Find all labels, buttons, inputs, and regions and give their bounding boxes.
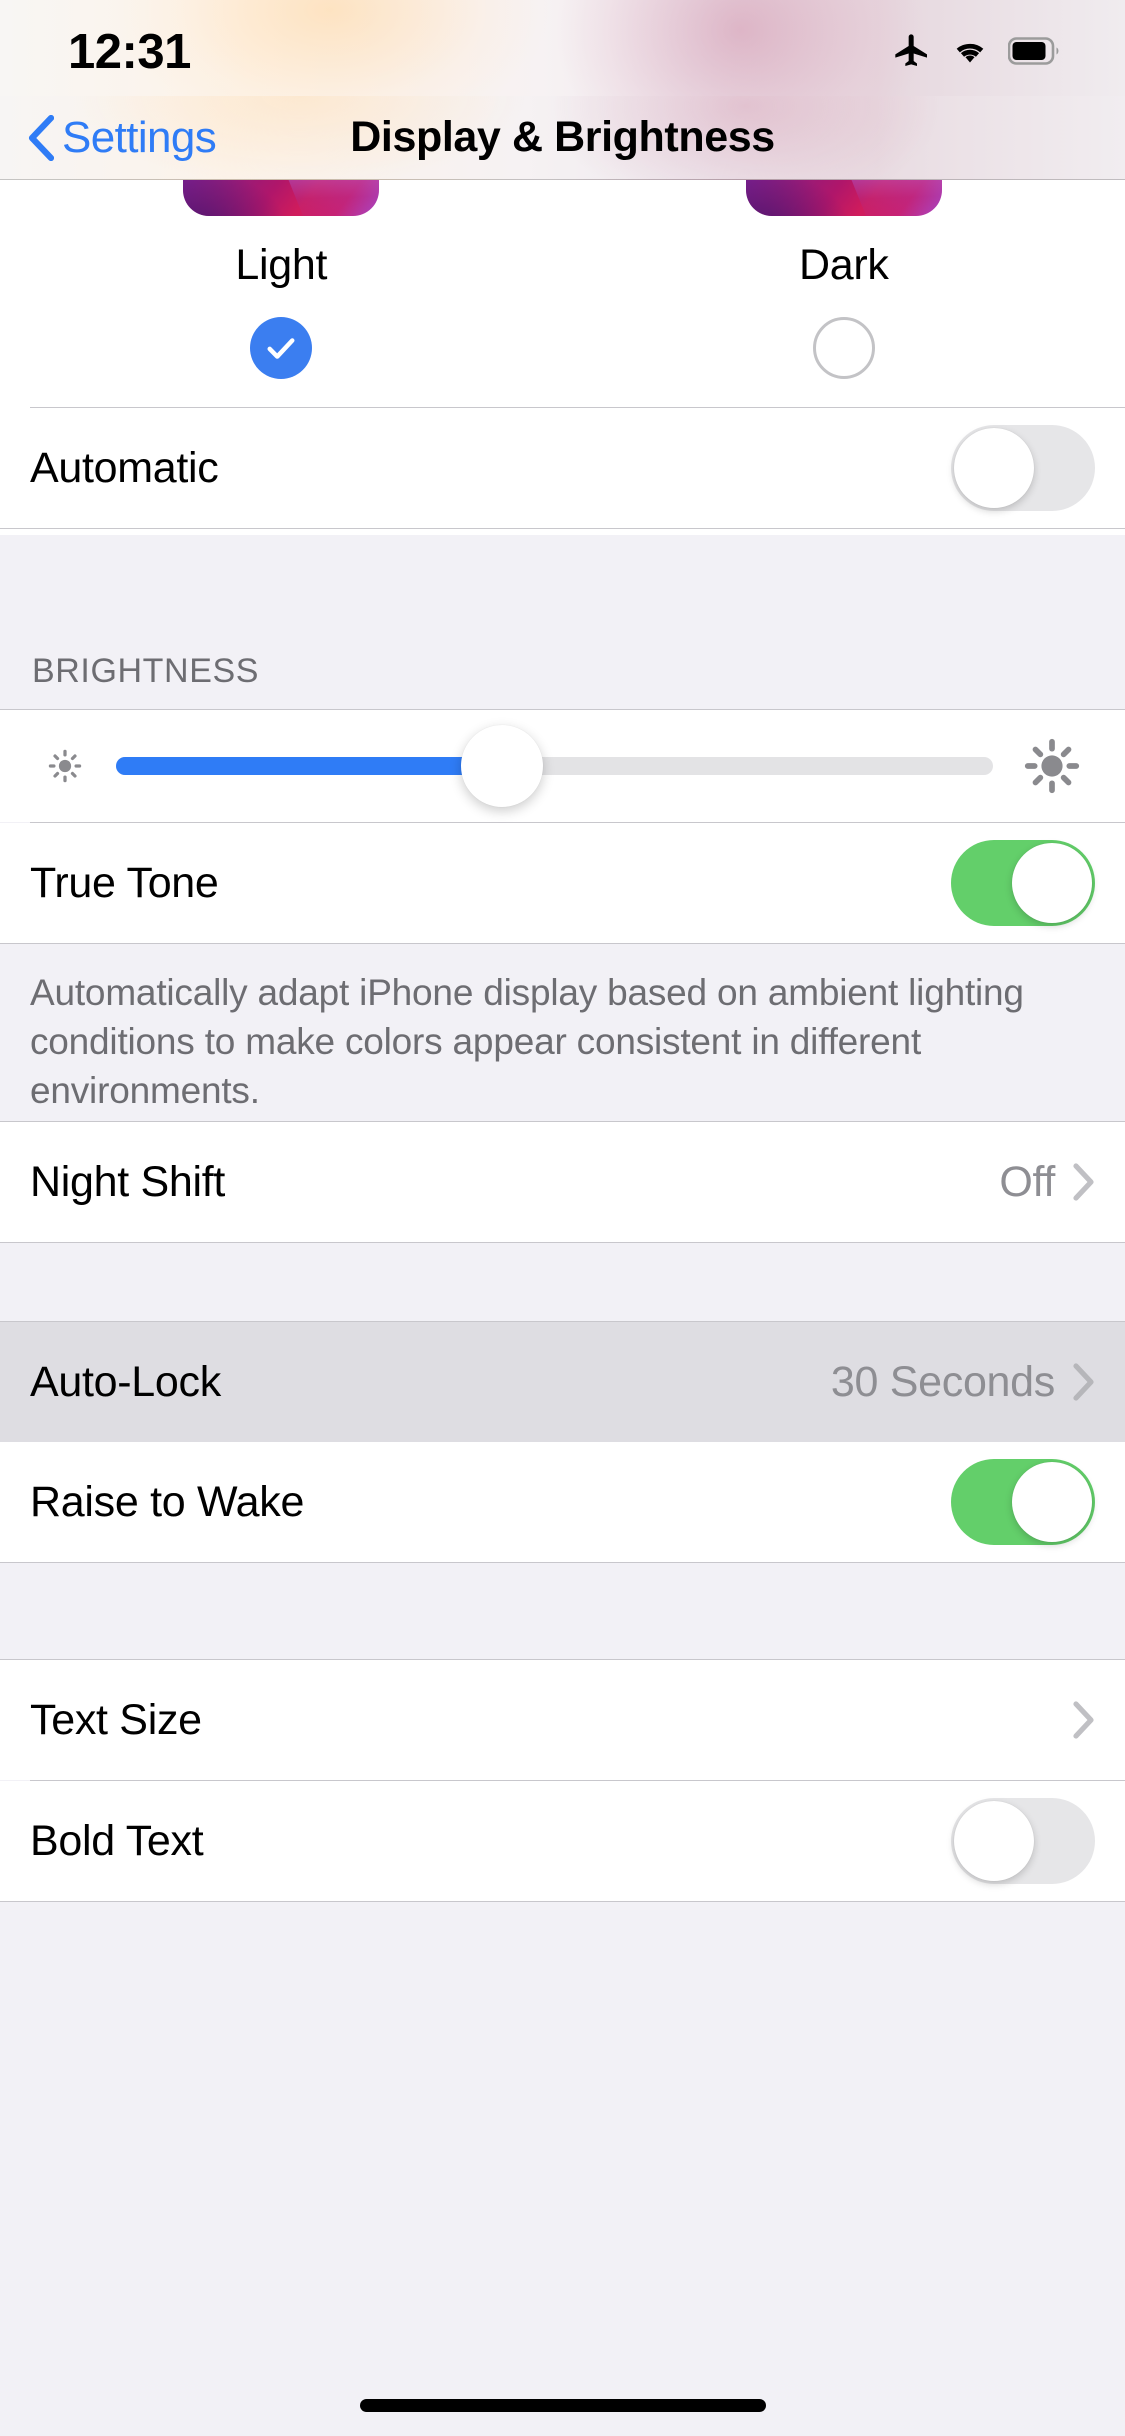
row-raise-to-wake[interactable]: Raise to Wake [0,1442,1125,1562]
brightness-slider-fill [116,757,502,775]
section-header-label: BRIGHTNESS [32,652,260,690]
radio-unselected [812,317,875,379]
row-accessory [951,425,1095,511]
brightness-low-icon [42,743,88,789]
chevron-left-icon [26,112,56,164]
settings-scroll-view[interactable]: Light Dark Automatic BRIGHTNESS True Ton… [0,180,1125,2436]
row-accessory [1073,1701,1095,1739]
brightness-section-footer: Automatically adapt iPhone display based… [0,944,1125,1121]
appearance-group: Light Dark Automatic [0,180,1125,535]
brightness-high-icon [1021,735,1083,797]
separator [0,528,1125,529]
row-value-auto-lock: 30 Seconds [830,1357,1055,1406]
appearance-radio-light[interactable] [250,317,313,379]
toggle-knob [1012,1462,1092,1542]
appearance-option-dark[interactable]: Dark [563,180,1125,383]
status-bar-icons [892,31,1063,76]
status-bar: 12:31 [0,0,1125,96]
checkmark-icon [267,338,295,359]
back-button-label: Settings [62,112,217,162]
row-label-bold-text: Bold Text [30,1816,204,1865]
section-footer-label: Automatically adapt iPhone display based… [30,972,1024,1112]
navigation-bar: Display & Brightness Settings [0,96,1125,180]
bottom-gap [0,1902,1125,2202]
brightness-section-header: BRIGHTNESS [0,535,1125,709]
row-label-auto-lock: Auto-Lock [30,1357,221,1406]
row-label-automatic: Automatic [30,443,219,492]
row-bold-text[interactable]: Bold Text [0,1781,1125,1901]
toggle-raise-to-wake[interactable] [951,1459,1095,1545]
chevron-right-icon [1073,1363,1095,1401]
appearance-radio-dark[interactable] [812,317,875,379]
row-label-text-size: Text Size [30,1695,202,1744]
radio-selected [250,317,313,379]
wifi-icon [949,35,991,72]
battery-icon [1007,36,1063,70]
toggle-true-tone[interactable] [951,840,1095,926]
row-label-true-tone: True Tone [30,858,219,907]
row-accessory: Off [999,1158,1095,1207]
toggle-knob [954,1801,1034,1881]
row-accessory: 30 Seconds [831,1358,1095,1407]
airplane-mode-icon [892,31,932,76]
row-text-size[interactable]: Text Size [0,1660,1125,1780]
toggle-bold-text[interactable] [951,1798,1095,1884]
toggle-knob [954,428,1034,508]
row-accessory [951,840,1095,926]
row-brightness-slider[interactable] [0,710,1125,822]
row-label-night-shift: Night Shift [30,1157,226,1206]
row-automatic[interactable]: Automatic [0,408,1125,528]
back-button[interactable]: Settings [26,112,217,164]
section-gap [0,1243,1125,1321]
appearance-option-label: Dark [798,241,889,289]
toggle-automatic[interactable] [951,425,1095,511]
appearance-option-label: Light [235,241,328,289]
brightness-slider-track[interactable] [116,725,993,807]
status-bar-time: 12:31 [68,25,191,79]
section-gap [0,1563,1125,1659]
appearance-option-light[interactable]: Light [0,180,563,383]
iphone-screen: 12:31 Display & Brightness Settings Ligh… [0,0,1125,2436]
row-auto-lock[interactable]: Auto-Lock 30 Seconds [0,1322,1125,1442]
row-label-raise-to-wake: Raise to Wake [30,1477,305,1526]
chevron-right-icon [1073,1701,1095,1739]
appearance-options: Light Dark [0,180,1125,383]
row-accessory [951,1798,1095,1884]
chevron-right-icon [1073,1163,1095,1201]
toggle-knob [1012,843,1092,923]
row-true-tone[interactable]: True Tone [0,823,1125,943]
wallpaper-preview-light [183,180,380,216]
row-value-night-shift: Off [999,1157,1055,1206]
row-night-shift[interactable]: Night Shift Off [0,1122,1125,1242]
wallpaper-preview-dark [745,180,942,216]
home-indicator[interactable] [359,2399,766,2412]
row-accessory [951,1459,1095,1545]
brightness-slider-thumb[interactable] [460,725,543,807]
